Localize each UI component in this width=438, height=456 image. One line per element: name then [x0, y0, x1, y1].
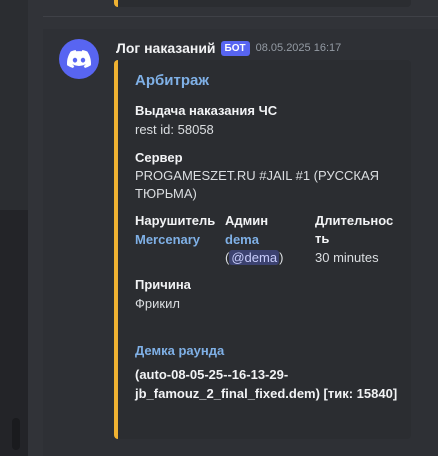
embed: Арбитраж Выдача наказания ЧС rest id: 58…: [114, 60, 411, 439]
field-server-value-line2: ТЮРЬМА): [135, 186, 197, 201]
bot-tag: БОТ: [220, 40, 250, 56]
admin-mention[interactable]: @dema: [229, 250, 280, 265]
field-server-value-line1: PROGAMESZET.RU #JAIL #1 (РУССКАЯ: [135, 168, 380, 183]
embed-title[interactable]: Арбитраж: [135, 72, 209, 89]
message-header: Лог наказаний БОТ 08.05.2025 16:17: [116, 39, 341, 57]
message-divider: [43, 16, 438, 17]
field-reason-name: Причина: [135, 277, 191, 292]
field-admin-value[interactable]: dema: [225, 231, 259, 249]
field-offender-value[interactable]: Mercenary: [135, 231, 200, 249]
discord-chat-view: Лог наказаний БОТ 08.05.2025 16:17 Арбит…: [0, 0, 438, 456]
paren-close: ): [279, 250, 284, 265]
scrollbar-thumb[interactable]: [12, 418, 20, 450]
field-duration-name-line2: ть: [315, 231, 330, 246]
field-reason-value: Фрикил: [135, 296, 180, 311]
field-duration-value: 30 minutes: [315, 250, 379, 265]
field-server-name: Сервер: [135, 150, 183, 165]
field-punishment-value: rest id: 58058: [135, 122, 214, 137]
field-punishment-name: Выдача наказания ЧС: [135, 103, 278, 118]
author-name[interactable]: Лог наказаний: [116, 40, 216, 56]
field-admin-name: Админ: [225, 213, 269, 228]
bot-avatar[interactable]: [59, 39, 99, 79]
demo-link[interactable]: Демка раунда: [135, 342, 224, 359]
previous-embed-tail: [114, 0, 411, 7]
demo-file-line2: jb_famouz_2_final_fixed.dem) [тик: 15840…: [135, 386, 398, 401]
message-timestamp[interactable]: 08.05.2025 16:17: [256, 42, 342, 54]
left-sidebar-edge: [0, 0, 28, 456]
demo-file-line1: (auto-08-05-25--16-13-29-: [135, 367, 289, 382]
field-offender-name: Нарушитель: [135, 213, 216, 228]
discord-logo-icon: [67, 50, 91, 68]
field-admin-mention-line: (@dema): [225, 249, 283, 267]
field-duration-name-line1: Длительнос: [315, 213, 394, 228]
